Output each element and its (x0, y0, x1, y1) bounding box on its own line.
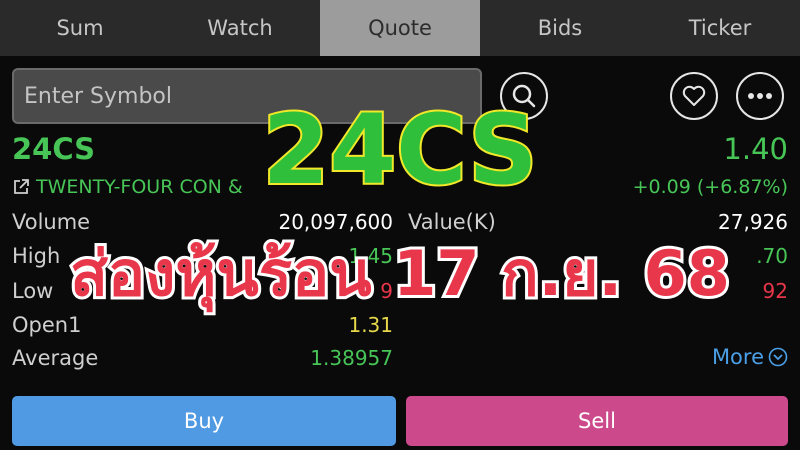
buy-button[interactable]: Buy (12, 396, 396, 446)
average-label: Average (12, 346, 99, 370)
company-name: TWENTY-FOUR CON & (36, 176, 243, 198)
overlay-headline-text: ส่องหุ้นร้อน 17 ก.ย. 68 (67, 234, 733, 313)
chevron-down-circle-icon (768, 347, 788, 367)
more-link[interactable]: More (712, 345, 788, 369)
external-link-icon (14, 179, 29, 194)
more-label: More (711, 345, 764, 369)
tab-watch[interactable]: Watch (160, 0, 320, 56)
sell-button[interactable]: Sell (406, 396, 788, 446)
company-name-row[interactable]: TWENTY-FOUR CON & (12, 176, 243, 198)
heart-icon (682, 85, 706, 106)
tab-sum[interactable]: Sum (0, 0, 160, 56)
ellipsis-icon (748, 93, 772, 99)
tab-bar: Sum Watch Quote Bids Ticker (0, 0, 800, 56)
overlay-symbol-text: 24CS (261, 92, 540, 208)
tab-bids[interactable]: Bids (480, 0, 640, 56)
average-value: 1.38957 (310, 346, 393, 370)
tab-ticker[interactable]: Ticker (640, 0, 800, 56)
price-change: +0.09 (+6.87%) (632, 176, 788, 198)
last-price: 1.40 (723, 132, 788, 166)
more-options-button[interactable] (736, 72, 784, 120)
quote-symbol: 24CS (12, 132, 96, 166)
tab-quote[interactable]: Quote (320, 0, 480, 56)
favorite-button[interactable] (670, 72, 718, 120)
